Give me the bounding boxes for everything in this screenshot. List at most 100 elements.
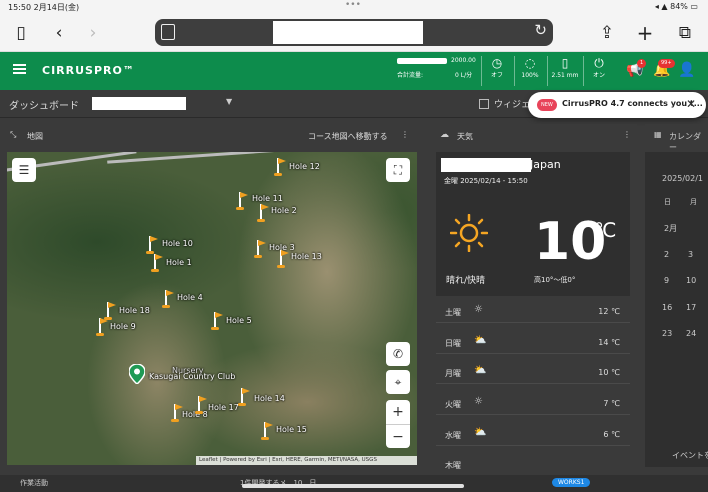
calendar-day[interactable]: 3	[688, 250, 693, 259]
hole-label[interactable]: Hole 2	[271, 206, 297, 215]
weather-range: 高10°～低0°	[534, 276, 576, 284]
chevron-down-icon[interactable]: ▼	[226, 97, 232, 106]
multitask-dots[interactable]: •••	[345, 0, 361, 10]
calendar-event: イベントを	[672, 451, 708, 460]
partly-cloudy-icon: ⛅	[474, 335, 487, 346]
phone-icon[interactable]: ✆	[386, 342, 410, 366]
club-pin-icon[interactable]	[129, 364, 145, 384]
bottom-chip[interactable]: WORKS1	[552, 478, 591, 487]
url-text-redacted	[273, 21, 423, 44]
widget-checkbox[interactable]	[479, 99, 489, 109]
menu-icon[interactable]	[13, 64, 26, 66]
hole-label[interactable]: Hole 15	[276, 425, 307, 434]
hole-label[interactable]: Hole 1	[166, 258, 192, 267]
calendar-icon: ▦	[654, 130, 662, 139]
hole-label[interactable]: Hole 9	[110, 322, 136, 331]
calendar-day[interactable]: 2	[664, 250, 669, 259]
hole-label[interactable]: Hole 11	[252, 194, 283, 203]
stat-power[interactable]: ⏻ オン	[584, 55, 614, 87]
page-icon	[161, 24, 175, 40]
widget-label: ウィジェ	[494, 100, 531, 110]
map-attribution[interactable]: Leaflet | Powered by Esri | Esri, HERE, …	[196, 456, 417, 465]
drop-icon: ◌	[524, 56, 536, 70]
hole-label[interactable]: Hole 13	[291, 252, 322, 261]
calendar-day[interactable]: 24	[686, 329, 696, 338]
layers-menu-icon[interactable]: ☰	[12, 158, 36, 182]
zoom-in-button[interactable]: +	[386, 400, 410, 424]
back-icon[interactable]: ‹	[48, 22, 70, 44]
app-header: CIRRUSPRO™ 2000.00 合計流量: 0 L/分 ◷ オフ ◌ 100%…	[0, 52, 708, 90]
forecast-row: 月曜 ⛅ 10 ℃	[436, 360, 630, 384]
stat-clock[interactable]: ◷ オフ	[482, 55, 512, 87]
flow-rate: 0 L/分	[455, 72, 473, 79]
club-label: Kasugai Country Club	[149, 372, 236, 381]
more-icon[interactable]: ⋮	[623, 130, 631, 139]
reload-icon[interactable]: ↻	[534, 21, 547, 39]
share-icon[interactable]: ⇪	[596, 22, 618, 44]
hole-label[interactable]: Hole 12	[289, 162, 320, 171]
weather-desc: 晴れ/快晴	[446, 276, 486, 286]
expand-icon[interactable]: ⤡	[10, 130, 16, 140]
stat-gauge[interactable]: ▯ 2.51 mm	[549, 55, 581, 87]
app-logo: CIRRUSPRO™	[42, 64, 135, 77]
more-icon[interactable]: ⋮	[401, 130, 409, 139]
dashboard-title: ダッシュボード	[9, 101, 79, 112]
hole-label[interactable]: Hole 18	[119, 306, 150, 315]
zoom-out-button[interactable]: −	[386, 424, 410, 448]
sun-icon: ☼	[474, 396, 483, 407]
power-icon: ⏻	[594, 56, 604, 70]
location-redacted	[441, 158, 531, 172]
status-time: 15:50 2月14日(金)	[8, 3, 80, 12]
hole-label[interactable]: Hole 10	[162, 239, 193, 248]
dashboard-select[interactable]	[92, 97, 186, 110]
calendar-day[interactable]: 23	[662, 329, 672, 338]
url-bar[interactable]: ↻	[155, 19, 553, 46]
goto-course-map-link[interactable]: コース地図へ移動する	[308, 131, 388, 142]
bottom-left-title: 作業活動	[20, 479, 48, 487]
flow-bar	[397, 58, 447, 64]
release-toast[interactable]: NEW CirrusPRO 4.7 connects you t... ✕	[528, 92, 706, 118]
calendar-day[interactable]: 17	[686, 303, 696, 312]
weather-datetime: 金曜 2025/02/14 - 15:50	[444, 177, 528, 185]
flow-label: 合計流量:	[397, 72, 424, 79]
cloud-icon: ☁	[440, 130, 449, 140]
calendar-day[interactable]: 10	[686, 276, 696, 285]
hole-label[interactable]: Hole 5	[226, 316, 252, 325]
browser-toolbar: ▯ ‹ › ↻ ⇪ + ⧉	[0, 16, 708, 52]
zoom-control: + −	[386, 400, 410, 448]
weather-location: Japan	[530, 158, 561, 171]
stat-water[interactable]: ◌ 100%	[515, 55, 545, 87]
close-icon[interactable]: ✕	[686, 97, 696, 111]
calendar-date: 2025/02/1	[662, 174, 704, 183]
sidebar-icon[interactable]: ▯	[10, 22, 32, 44]
forecast-row: 土曜 ☼ 12 ℃	[436, 299, 630, 323]
calendar-day[interactable]: 9	[664, 276, 669, 285]
calendar-title: カレンダー	[669, 132, 701, 152]
weather-forecast-list: 土曜 ☼ 12 ℃ 日曜 ⛅ 14 ℃ 月曜 ⛅ 10 ℃ 火曜 ☼ 7 ℃ 水曜 ⛅ 6 ℃ 木曜	[436, 296, 630, 470]
map-card-header: ⤡ 地図 コース地図へ移動する ⋮	[0, 124, 424, 146]
new-badge: NEW	[537, 99, 557, 111]
forecast-row: 火曜 ☼ 7 ℃	[436, 391, 630, 415]
weather-title: 天気	[457, 132, 473, 141]
sun-icon: ☼	[474, 304, 483, 315]
partly-cloudy-icon: ⛅	[474, 427, 487, 438]
forecast-row: 水曜 ⛅ 6 ℃	[436, 422, 630, 446]
flow-value: 2000.00	[451, 57, 476, 64]
fullscreen-icon[interactable]: ⛶	[386, 158, 410, 182]
location-icon[interactable]: ⌖	[386, 370, 410, 394]
hole-label[interactable]: Hole 14	[254, 394, 285, 403]
ios-status-bar: 15:50 2月14日(金) ••• ◂ ▲ 84% ▭	[0, 0, 708, 16]
forward-icon[interactable]: ›	[82, 22, 104, 44]
map-title: 地図	[27, 132, 43, 141]
calendar-day[interactable]: 16	[662, 303, 672, 312]
new-tab-icon[interactable]: +	[634, 22, 656, 44]
hole-label[interactable]: Hole 4	[177, 293, 203, 302]
course-map[interactable]: ☰ ⛶ ✆ ⌖ Hole 12 Hole 11 Hole 2 Hole 10 H…	[7, 152, 417, 465]
flow-summary: 2000.00 合計流量: 0 L/分	[397, 57, 477, 79]
forecast-row: 日曜 ⛅ 14 ℃	[436, 330, 630, 354]
calendar-card: ▦ カレンダー 2025/02/1 日 月 2月 2 3 9 10 16 17 …	[645, 124, 708, 467]
hole-label[interactable]: Hole 17	[208, 403, 239, 412]
weather-unit: ℃	[594, 218, 617, 242]
user-icon[interactable]: 👤	[678, 62, 695, 78]
tabs-icon[interactable]: ⧉	[674, 22, 696, 44]
